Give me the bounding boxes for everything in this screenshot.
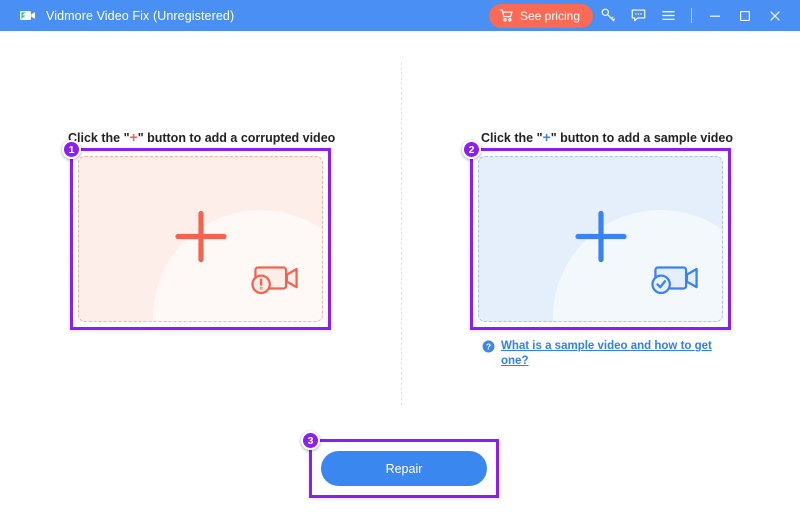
- heading-text-after: " button to add a sample video: [550, 131, 734, 145]
- annotation-box-1: 1: [62, 140, 331, 330]
- add-corrupted-video-plus-icon[interactable]: [170, 206, 232, 273]
- see-pricing-button[interactable]: See pricing: [488, 3, 593, 28]
- heading-text-after: " button to add a corrupted video: [137, 131, 336, 145]
- app-window: Vidmore Video Fix (Unregistered) See pri…: [0, 0, 800, 514]
- feedback-icon[interactable]: [623, 3, 653, 29]
- repair-button[interactable]: Repair: [321, 451, 487, 486]
- annotation-box-3: Repair 3: [301, 431, 499, 498]
- close-button[interactable]: [760, 3, 790, 29]
- title-bar: Vidmore Video Fix (Unregistered) See pri…: [0, 0, 800, 31]
- camcorder-logo-icon: [18, 6, 37, 25]
- add-sample-video-plus-icon[interactable]: [570, 206, 632, 273]
- titlebar-divider: [691, 8, 692, 23]
- corrupted-video-heading: Click the "+" button to add a corrupted …: [68, 129, 335, 145]
- sample-video-heading: Click the "+" button to add a sample vid…: [481, 129, 733, 145]
- heading-text-before: Click the ": [481, 131, 543, 145]
- plus-glyph: +: [542, 129, 551, 145]
- annotation-box-2: 2: [462, 140, 731, 330]
- annotation-badge-1: 1: [62, 140, 81, 159]
- annotation-badge-3: 3: [301, 431, 320, 450]
- svg-text:?: ?: [486, 342, 491, 352]
- annotation-badge-2: 2: [462, 140, 481, 159]
- camcorder-error-icon: [249, 258, 303, 303]
- corrupted-video-dropzone[interactable]: [78, 156, 323, 322]
- main-content: Click the "+" button to add a corrupted …: [0, 31, 800, 514]
- sample-video-dropzone[interactable]: [478, 156, 723, 322]
- vertical-divider: [401, 62, 402, 405]
- camcorder-check-icon: [649, 258, 703, 303]
- see-pricing-label: See pricing: [519, 8, 580, 23]
- shopping-cart-icon: [499, 8, 514, 23]
- app-title: Vidmore Video Fix (Unregistered): [46, 8, 235, 23]
- minimize-button[interactable]: [700, 3, 730, 29]
- sample-video-help-link[interactable]: ? What is a sample video and how to get …: [482, 339, 730, 369]
- key-icon[interactable]: [593, 3, 623, 29]
- plus-glyph: +: [129, 129, 138, 145]
- question-mark-icon: ?: [482, 340, 495, 358]
- maximize-button[interactable]: [730, 3, 760, 29]
- sample-video-help-text[interactable]: What is a sample video and how to get on…: [501, 339, 730, 369]
- menu-icon[interactable]: [653, 3, 683, 29]
